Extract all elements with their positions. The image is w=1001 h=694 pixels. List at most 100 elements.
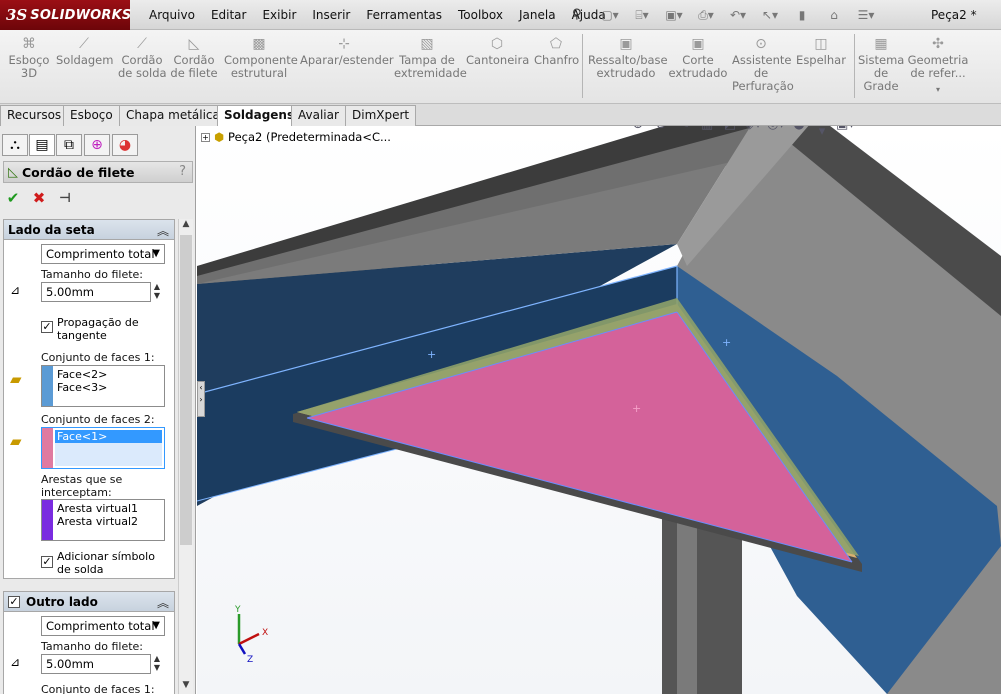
command-3d-sketch[interactable]: ⌘ Esboço 3D (8, 36, 50, 80)
other-bead-length-select[interactable]: Comprimento total ▼ (41, 616, 165, 636)
property-manager-icon[interactable]: ▤ (29, 134, 55, 156)
command-end-cap[interactable]: ▧ Tampa de extremidade (394, 36, 467, 80)
command-structural-member[interactable]: ▩ Componente estrutural (224, 36, 298, 80)
print-icon[interactable]: ⎙▾ (693, 6, 719, 24)
hide-show-items-icon[interactable]: ◎▾ (767, 126, 785, 132)
panel-scrollbar[interactable]: ▲ ▼ (178, 219, 193, 694)
intersecting-edges-list[interactable]: Aresta virtual1 Aresta virtual2 (41, 499, 165, 541)
tab-chapa-metalica[interactable]: Chapa metálica (119, 105, 227, 126)
display-style-icon[interactable]: ◈▾ (744, 126, 762, 132)
rebuild-icon[interactable]: ▮ (789, 6, 815, 24)
command-gusset[interactable]: ⬡ Cantoneira (466, 36, 529, 67)
view-orientation-icon[interactable]: ◩ (721, 126, 739, 132)
tab-dimxpert[interactable]: DimXpert (345, 105, 417, 126)
command-label: Componente estrutural (224, 53, 298, 80)
bead-length-select[interactable]: Comprimento total ▼ (41, 244, 165, 264)
collapse-panel-handle[interactable]: ‹ › (197, 381, 205, 417)
section-view-icon[interactable]: ▥ (698, 126, 716, 132)
fillet-bead-icon: ◺ (8, 164, 18, 180)
spin-arrows-icon[interactable]: ▲ ▼ (151, 282, 163, 302)
zoom-area-icon[interactable]: ⊛ (652, 126, 670, 132)
command-weld-bead[interactable]: ⟋ Cordão de solda (118, 36, 167, 80)
pushpin-icon[interactable]: ⊣ (56, 191, 74, 206)
scroll-down-icon[interactable]: ▼ (180, 680, 192, 694)
command-chamfer[interactable]: ⬠ Chanfro (534, 36, 579, 67)
new-document-icon[interactable]: ▢▾ (597, 6, 623, 24)
list-item[interactable]: Face<3> (55, 381, 162, 394)
menu-janela[interactable]: Janela (511, 8, 564, 22)
view-settings-icon[interactable]: ▣▾ (836, 126, 855, 132)
list-item[interactable]: Face<1> (55, 430, 162, 443)
feature-tree-icon[interactable]: ⛬ (2, 134, 28, 156)
zoom-to-fit-icon[interactable]: ⊕ (629, 126, 647, 132)
fillet-size-input[interactable]: 5.00mm (41, 282, 151, 302)
menu-ferramentas[interactable]: Ferramentas (358, 8, 450, 22)
command-hole-wizard[interactable]: ⊙ Assistente de Perfuração (732, 36, 794, 93)
edit-appearance-icon[interactable]: ● (790, 126, 808, 132)
help-icon[interactable]: ? (179, 164, 186, 179)
cancel-x-icon[interactable]: ✖ (30, 189, 48, 207)
command-label: Geometria de refer... (907, 53, 969, 80)
weldment-icon: ⟋ (79, 36, 89, 52)
list-item[interactable]: Face<2> (55, 368, 162, 381)
ok-check-icon[interactable]: ✔ (4, 189, 22, 207)
command-fillet-bead[interactable]: ◺ Cordão de filete (170, 36, 218, 80)
tangent-propagation-checkbox[interactable]: ✓ (41, 321, 53, 333)
group-header[interactable]: ✓ Outro lado (4, 592, 174, 612)
tab-recursos[interactable]: Recursos (0, 105, 69, 126)
command-grid-system[interactable]: ▦ Sistema de Grade (858, 36, 904, 93)
previous-view-icon[interactable]: ✎ (675, 126, 693, 132)
group-header[interactable]: Lado da seta (4, 220, 174, 240)
tab-esboco[interactable]: Esboço (63, 105, 120, 126)
command-mirror[interactable]: ◫ Espelhar (794, 36, 848, 67)
list-item[interactable]: Aresta virtual1 (55, 502, 162, 515)
other-fillet-size-label: Tamanho do filete: (41, 640, 144, 653)
menu-inserir[interactable]: Inserir (304, 8, 358, 22)
list-items: Face<1> (55, 430, 162, 466)
solidworks-logo[interactable]: 3S SOLIDWORKS (0, 0, 131, 30)
add-weld-symbol-checkbox[interactable]: ✓ (41, 556, 53, 568)
other-fillet-size-input[interactable]: 5.00mm (41, 654, 151, 674)
spin-arrows-icon[interactable]: ▲ ▼ (151, 654, 163, 674)
menu-editar[interactable]: Editar (203, 8, 255, 22)
graphics-area[interactable]: + + + ⊕ ⊛ ✎ ▥ ◩ ◈▾ ◎▾ ● ☁▾ ▣▾ + ⬢ Peça2 … (197, 126, 1001, 694)
grid-system-icon: ▦ (874, 36, 888, 52)
tab-soldagens[interactable]: Soldagens (217, 105, 302, 127)
command-reference-geometry[interactable]: ✣ Geometria de refer... ▾ (906, 36, 970, 96)
dimxpert-manager-icon[interactable]: ⊕ (84, 134, 110, 156)
command-extruded-cut[interactable]: ▣ Corte extrudado (668, 36, 728, 80)
menu-bar: Arquivo Editar Exibir Inserir Ferramenta… (141, 0, 614, 30)
save-icon[interactable]: ▣▾ (661, 6, 687, 24)
feature-tree-flyout[interactable]: + ⬢ Peça2 (Predeterminada<C... (201, 130, 391, 144)
apply-scene-icon[interactable]: ☁▾ (813, 126, 831, 139)
scroll-thumb[interactable] (180, 235, 192, 545)
undo-icon[interactable]: ↶▾ (725, 6, 751, 24)
command-weldment[interactable]: ⟋ Soldagem (56, 36, 113, 67)
list-item[interactable]: Aresta virtual2 (55, 515, 162, 528)
extruded-boss-icon: ▣ (619, 36, 633, 52)
face-set-1-list[interactable]: Face<2> Face<3> (41, 365, 165, 407)
open-document-icon[interactable]: ⌸▾ (629, 6, 655, 24)
collapse-chevron-icon[interactable]: ︽ (157, 594, 169, 611)
face-set-2-list[interactable]: Face<1> (41, 427, 165, 469)
configuration-manager-icon[interactable]: ⧉ (56, 134, 82, 156)
file-properties-icon[interactable]: ⌂ (821, 6, 847, 24)
face-icon: ▰ (10, 432, 22, 450)
menu-arquivo[interactable]: Arquivo (141, 8, 203, 22)
collapse-chevron-icon[interactable]: ︽ (157, 222, 169, 239)
command-extruded-boss[interactable]: ▣ Ressalto/base extrudado (588, 36, 668, 80)
chevron-down-icon[interactable]: ▾ (906, 83, 970, 96)
command-trim-extend[interactable]: ⊹ Aparar/estender (300, 36, 394, 67)
options-icon[interactable]: ☰▾ (853, 6, 879, 24)
select-icon[interactable]: ↖▾ (757, 6, 783, 24)
pin-menu-icon[interactable]: ⚲ (572, 7, 586, 23)
group-arrow-side: Lado da seta ︽ Comprimento total ▼ Tamanh… (3, 219, 175, 579)
display-manager-icon[interactable]: ◕ (112, 134, 138, 156)
other-side-checkbox[interactable]: ✓ (8, 595, 20, 608)
expand-icon[interactable]: + (201, 132, 210, 142)
tab-avaliar[interactable]: Avaliar (291, 105, 346, 126)
menu-exibir[interactable]: Exibir (254, 8, 304, 22)
menu-toolbox[interactable]: Toolbox (450, 8, 511, 22)
scroll-up-icon[interactable]: ▲ (180, 219, 192, 233)
color-swatch (42, 366, 53, 406)
